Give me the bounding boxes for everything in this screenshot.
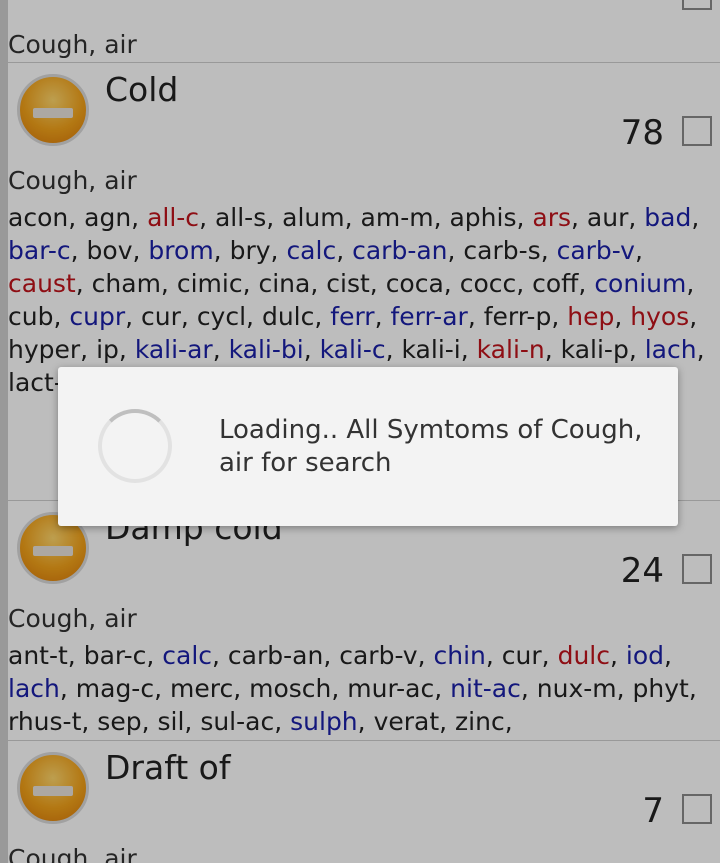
spinner-icon [98, 409, 172, 483]
loading-dialog: Loading.. All Symtoms of Cough, air for … [58, 367, 678, 526]
loading-message: Loading.. All Symtoms of Cough, air for … [219, 415, 643, 478]
